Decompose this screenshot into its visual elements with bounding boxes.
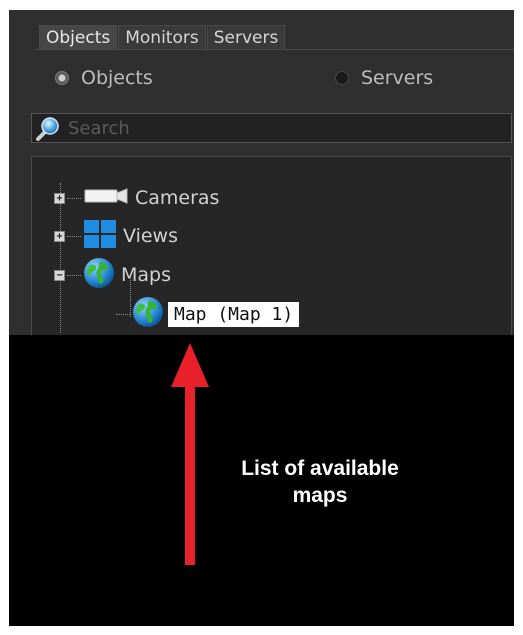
tree-item-cameras[interactable]: + Cameras <box>54 181 219 215</box>
views-grid-icon <box>83 219 117 253</box>
tree-branch-line <box>67 197 81 199</box>
expand-button[interactable]: + <box>54 192 65 204</box>
globe-icon <box>132 296 164 332</box>
tab-servers[interactable]: Servers <box>206 25 286 50</box>
radio-objects-label: Objects <box>81 67 153 89</box>
tab-divider <box>35 49 514 50</box>
radio-servers-label: Servers <box>361 67 434 89</box>
caption-line-2: maps <box>292 484 348 507</box>
search-placeholder: Search <box>68 118 130 139</box>
object-browser-panel: Objects Monitors Servers Objects Servers <box>9 10 514 356</box>
radio-servers[interactable]: Servers <box>335 64 433 92</box>
search-icon <box>35 116 63 142</box>
app-frame: Objects Monitors Servers Objects Servers <box>9 10 514 626</box>
tab-bar: Objects Monitors Servers <box>39 24 286 50</box>
search-input[interactable]: Search <box>31 113 512 143</box>
tree-item-map-1[interactable]: Map (Map 1) <box>116 296 300 332</box>
annotation-caption: List of available maps <box>210 455 430 509</box>
tree-branch-line <box>67 235 81 237</box>
tab-monitors[interactable]: Monitors <box>118 25 206 50</box>
globe-icon <box>83 257 115 293</box>
tree-branch-line <box>116 313 130 315</box>
expand-button[interactable]: + <box>54 230 65 242</box>
tree-item-label: Cameras <box>135 187 220 209</box>
tree-item-label: Views <box>123 225 178 247</box>
tree-item-label: Maps <box>121 264 171 286</box>
collapse-button[interactable]: − <box>54 269 65 281</box>
tab-objects[interactable]: Objects <box>39 25 118 50</box>
radio-objects[interactable]: Objects <box>55 64 153 92</box>
selected-tree-item-label: Map (Map 1) <box>168 301 300 327</box>
camera-icon <box>83 186 129 210</box>
radio-unselected-indicator[interactable] <box>335 71 349 85</box>
tree-item-views[interactable]: + Views <box>54 219 178 253</box>
caption-line-1: List of available <box>241 457 399 480</box>
tree-item-maps[interactable]: − Maps <box>54 258 171 292</box>
tree-branch-line <box>67 274 81 276</box>
radio-selected-indicator[interactable] <box>55 71 69 85</box>
object-tree: + Cameras + Views − Maps Map (Map 1) <box>31 156 512 356</box>
